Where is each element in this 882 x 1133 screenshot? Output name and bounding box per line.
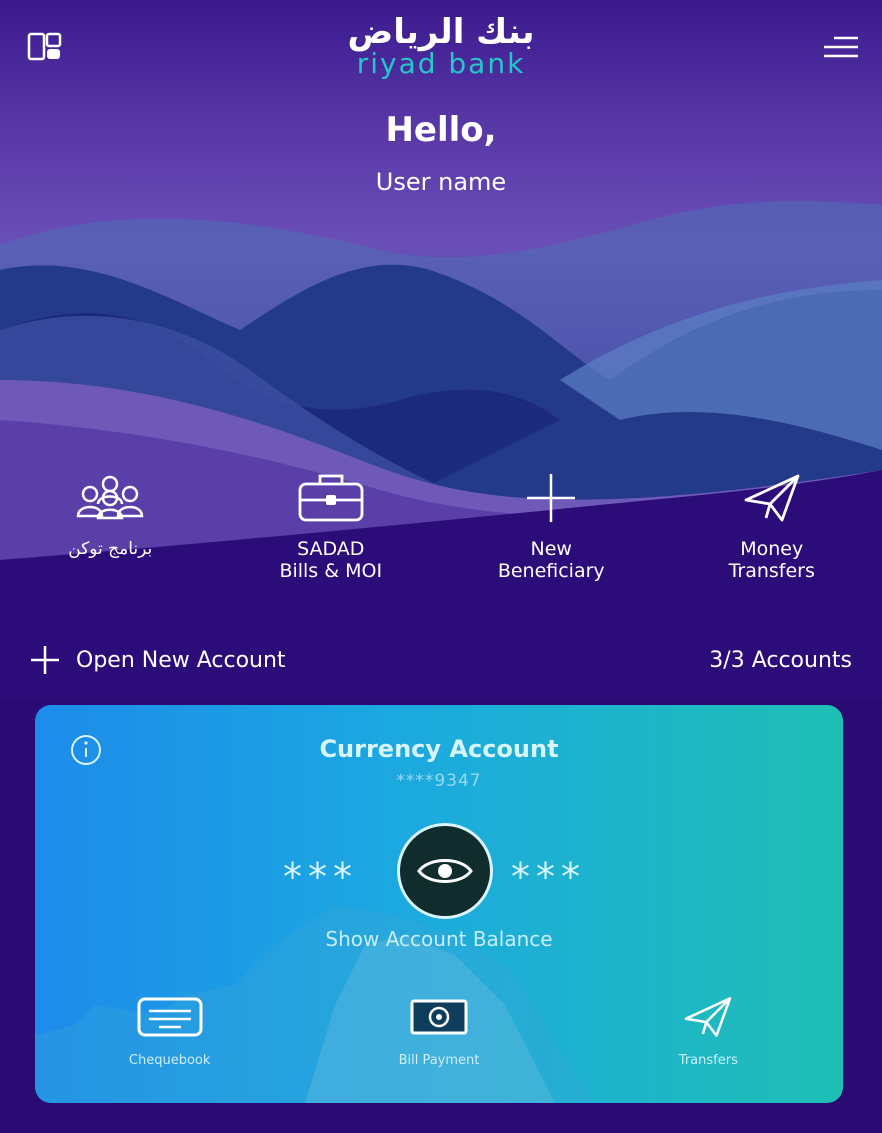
paper-plane-icon [685, 997, 732, 1037]
chequebook-label: Chequebook [128, 1053, 211, 1068]
accounts-count[interactable]: 3/3 Accounts [709, 648, 852, 673]
quick-action-label: برنامج توكن [68, 539, 153, 559]
open-new-account-label: Open New Account [76, 647, 286, 673]
briefcase-icon [296, 470, 366, 526]
chequebook-button[interactable]: Chequebook [35, 995, 304, 1085]
quick-action-new-beneficiary[interactable]: New Beneficiary [441, 470, 662, 600]
home-screen: بنك الرياض riyad bank Hello, User name ب… [0, 0, 882, 1133]
menu-icon[interactable] [820, 30, 860, 64]
open-new-account-button[interactable]: Open New Account [30, 645, 286, 675]
transfers-label: Transfers [678, 1053, 738, 1068]
transfers-button[interactable]: Transfers [574, 995, 843, 1085]
show-account-balance-label[interactable]: Show Account Balance [35, 927, 843, 951]
quick-action-label: Money Transfers [728, 538, 815, 582]
plus-icon [31, 646, 59, 674]
user-name: User name [375, 168, 507, 196]
quick-action-token-program[interactable]: برنامج توكن [0, 470, 221, 600]
balance-mask-right: *** [511, 855, 586, 899]
accounts-row: Open New Account 3/3 Accounts [30, 640, 852, 680]
bottom-strip [0, 1103, 882, 1133]
bill-payment-button[interactable]: Bill Payment [304, 995, 573, 1085]
quick-action-sadad[interactable]: SADAD Bills & MOI [221, 470, 442, 600]
paper-plane-icon [742, 470, 802, 526]
hello-text: Hello, [385, 110, 497, 150]
bill-payment-icon [410, 999, 468, 1035]
bill-payment-label: Bill Payment [398, 1053, 480, 1068]
logo-english: riyad bank [356, 47, 526, 80]
quick-actions: برنامج توكن SADAD Bills & MOI New Benefi… [0, 470, 882, 600]
show-balance-eye-button[interactable] [397, 823, 493, 919]
riyad-bank-logo: بنك الرياض riyad bank [0, 12, 882, 78]
chequebook-icon [137, 997, 203, 1037]
quick-action-label: SADAD Bills & MOI [279, 538, 383, 582]
card-actions: Chequebook Bill Payment Transfers [35, 995, 843, 1085]
balance-mask-left: *** [283, 855, 358, 899]
top-bar: بنك الرياض riyad bank [0, 0, 882, 90]
greeting: Hello, User name [0, 110, 882, 196]
plus-icon [523, 470, 579, 526]
eye-icon [417, 859, 473, 883]
quick-action-money-transfers[interactable]: Money Transfers [662, 470, 882, 600]
currency-account-card[interactable]: Currency Account ****9347 *** *** Show A… [35, 705, 843, 1103]
account-number: ****9347 [396, 771, 482, 791]
account-title: Currency Account [319, 735, 559, 763]
quick-action-label: New Beneficiary [497, 538, 605, 582]
logo-arabic: بنك الرياض [347, 12, 535, 52]
group-people-icon [60, 470, 160, 526]
